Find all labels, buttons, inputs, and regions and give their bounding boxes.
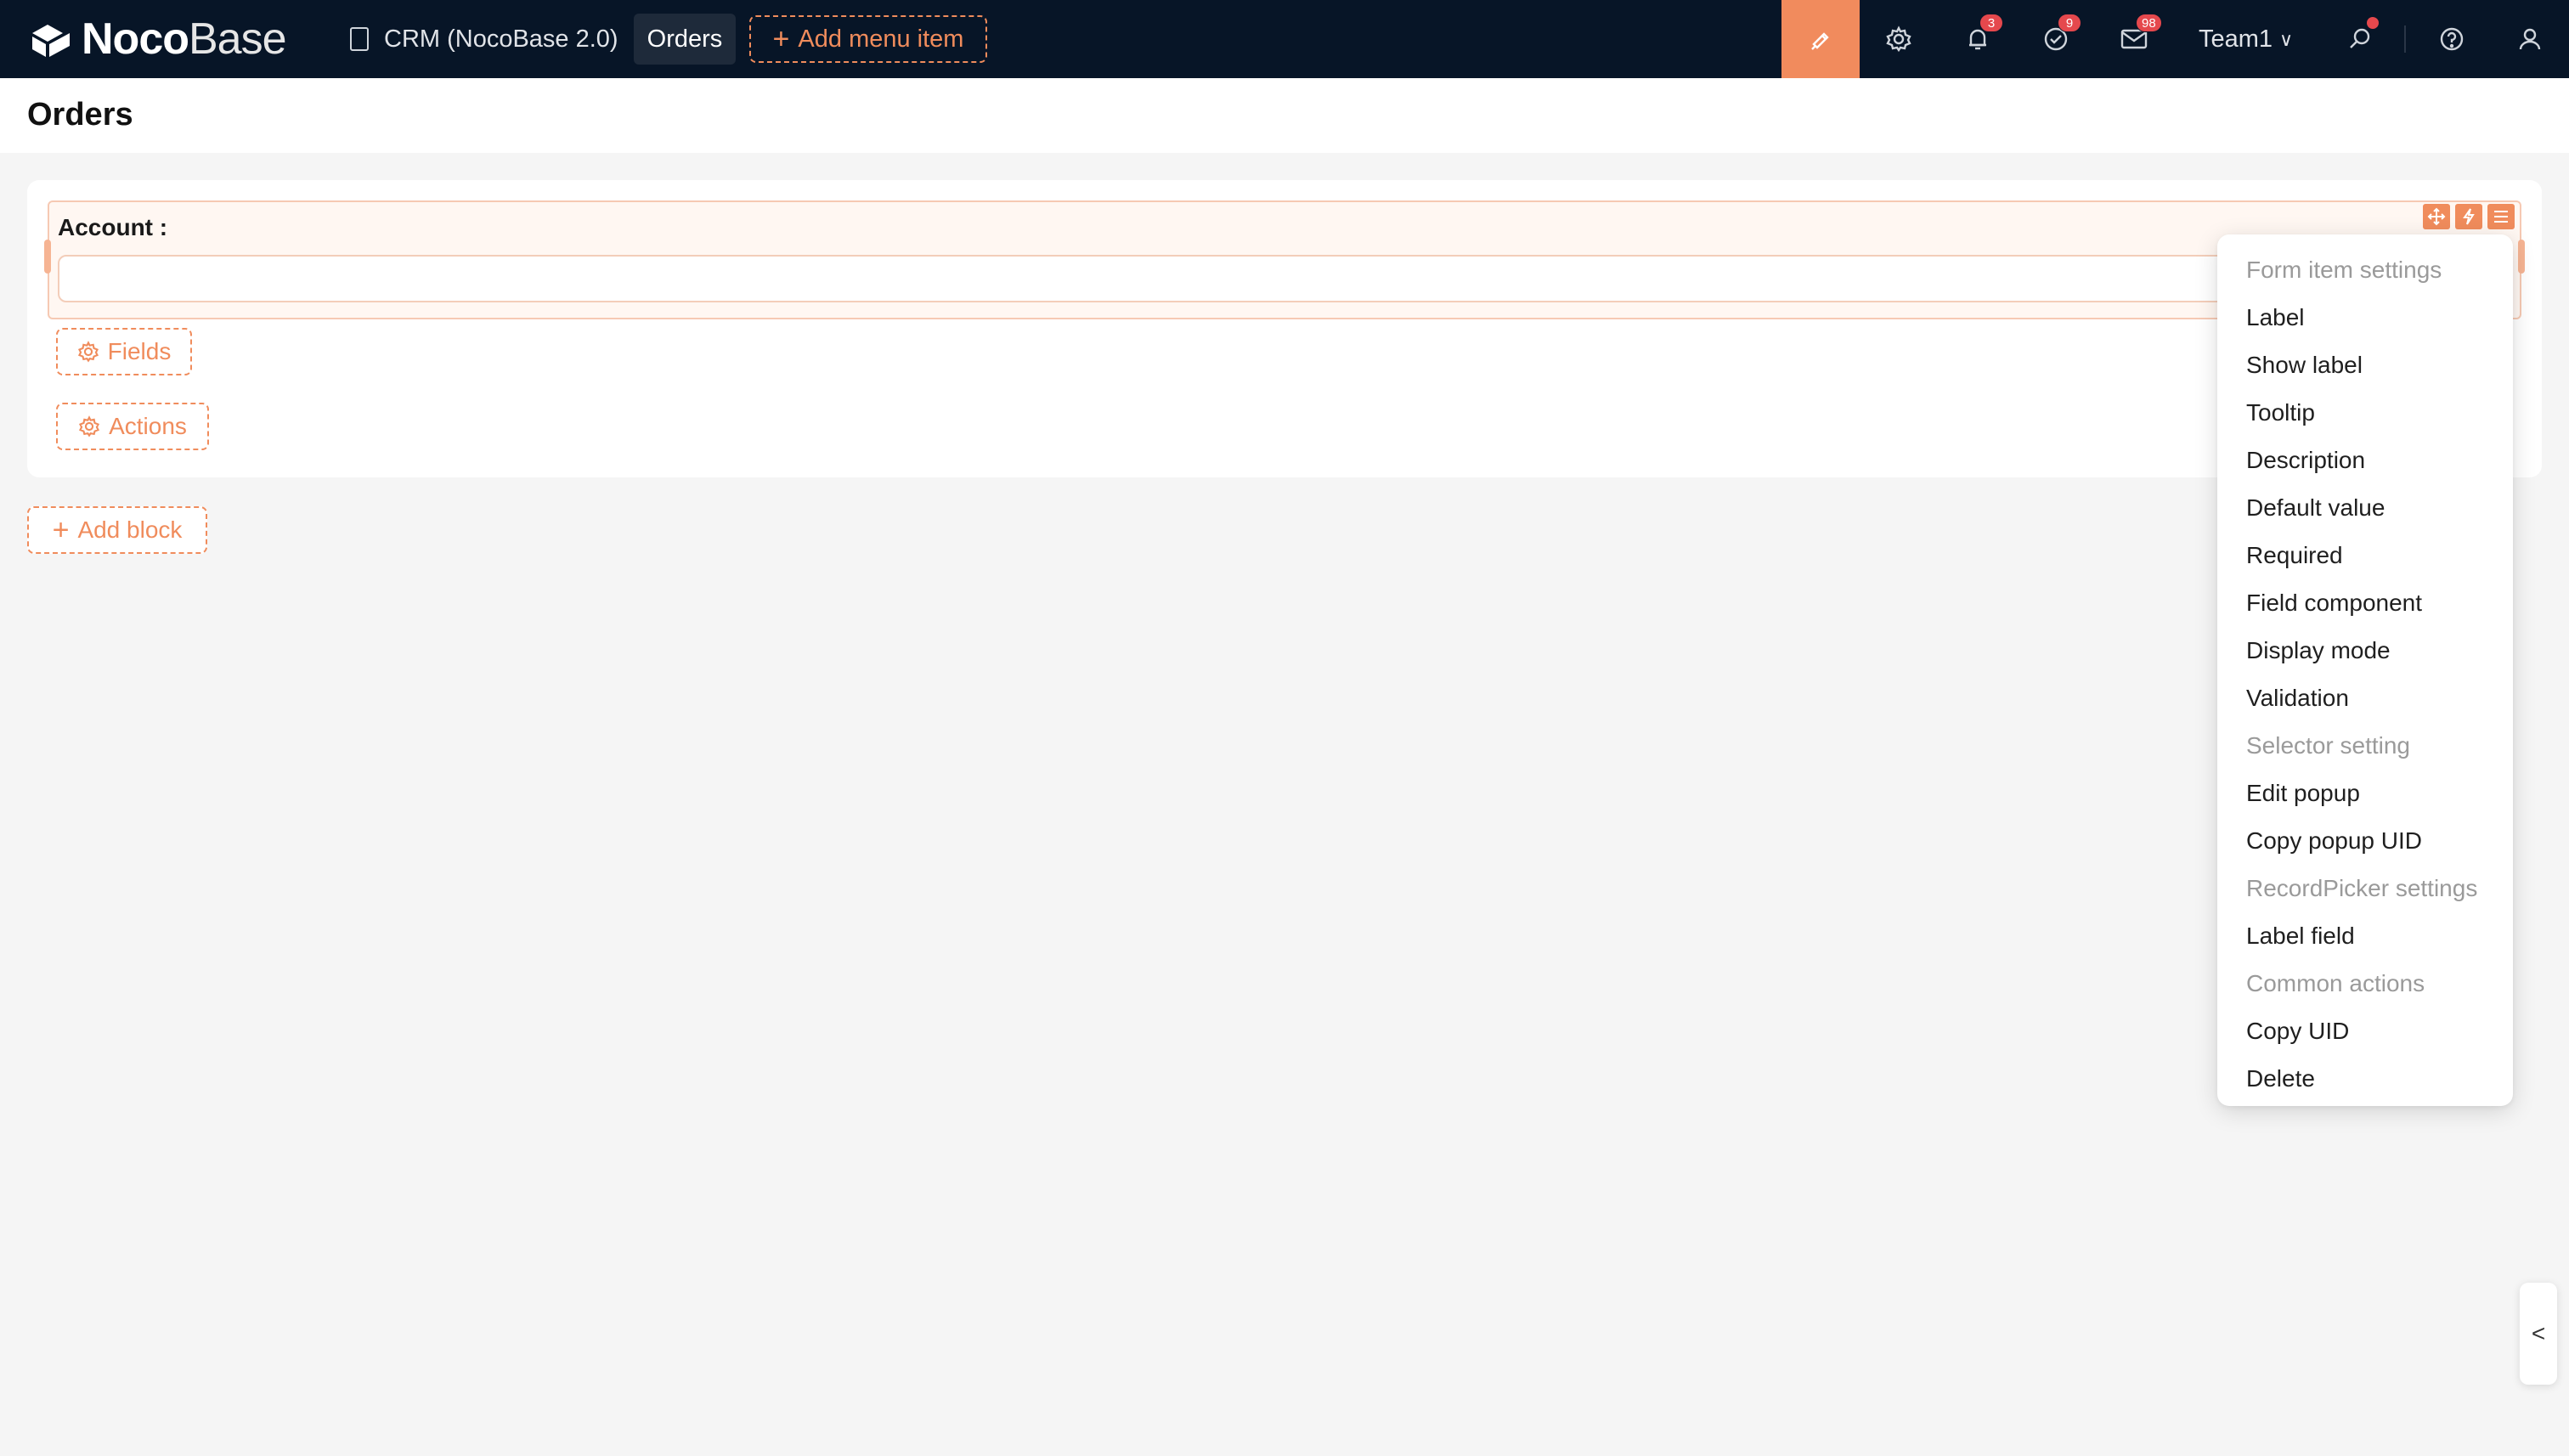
ui-editor-toggle-button[interactable] — [1781, 0, 1860, 78]
resize-handle-right[interactable] — [2518, 240, 2525, 274]
logo-text-light: Base — [189, 14, 287, 64]
gear-icon — [79, 415, 100, 437]
form-block: Account : Fields Actions — [27, 180, 2542, 477]
document-icon — [350, 27, 369, 51]
menu-group-recordpicker-settings: RecordPicker settings — [2246, 875, 2478, 901]
form-item-account[interactable]: Account : — [44, 200, 2525, 319]
menu-group-selector-setting: Selector setting — [2246, 732, 2410, 759]
account-field-label: Account : — [58, 214, 168, 240]
gear-icon — [77, 341, 99, 363]
logo-cube-icon — [32, 25, 70, 57]
mail-badge: 98 — [2136, 14, 2162, 32]
menu-item-copy-popup-uid[interactable]: Copy popup UID — [2217, 817, 2513, 865]
configure-fields-button[interactable]: Fields — [56, 328, 192, 375]
notifications-button[interactable]: 3 — [1959, 14, 2003, 58]
search-icon — [2350, 28, 2370, 48]
tasks-button[interactable]: 9 — [2037, 14, 2081, 58]
nav-orders-label: Orders — [646, 25, 723, 53]
chevron-down-icon: ∨ — [2279, 28, 2294, 50]
plus-icon: + — [52, 514, 70, 546]
settings-button[interactable] — [1880, 20, 1917, 58]
nocobase-logo[interactable]: NocoBase — [25, 14, 287, 64]
search-indicator-dot — [2367, 17, 2379, 29]
menu-item-show-label[interactable]: Show label — [2217, 341, 2513, 389]
drag-button[interactable] — [2423, 204, 2450, 229]
configure-actions-button[interactable]: Actions — [56, 403, 209, 450]
side-panel-toggle[interactable]: < — [2520, 1283, 2557, 1385]
toolbar-divider — [2404, 25, 2406, 53]
highlighter-icon — [1811, 32, 1829, 50]
plus-icon: + — [772, 23, 790, 55]
nav-crm-label: CRM (NocoBase 2.0) — [384, 25, 618, 53]
page-title: Orders — [27, 97, 133, 133]
menu-item-copy-uid[interactable]: Copy UID — [2217, 1007, 2513, 1055]
menu-item-tooltip[interactable]: Tooltip — [2217, 389, 2513, 437]
team-switcher[interactable]: Team1 ∨ — [2199, 25, 2293, 54]
logo-text-bold: Noco — [82, 14, 189, 64]
menu-item-required[interactable]: Required — [2217, 532, 2513, 579]
menu-item-description[interactable]: Description — [2217, 437, 2513, 484]
resize-handle-left[interactable] — [44, 240, 51, 274]
page-header: Orders — [0, 78, 2569, 153]
nav-item-crm[interactable]: CRM (NocoBase 2.0) — [350, 14, 618, 65]
add-menu-item-button[interactable]: + Add menu item — [749, 15, 987, 63]
tasks-badge: 9 — [2058, 14, 2081, 32]
event-flow-button[interactable] — [2455, 204, 2482, 229]
add-block-button[interactable]: + Add block — [27, 506, 207, 554]
menu-item-default-value[interactable]: Default value — [2217, 484, 2513, 532]
menu-group-common-actions: Common actions — [2246, 970, 2425, 996]
help-button[interactable] — [2433, 20, 2470, 58]
notifications-badge: 3 — [1979, 14, 2003, 32]
search-button[interactable] — [2341, 17, 2379, 58]
actions-button-label: Actions — [109, 413, 187, 439]
menu-item-validation[interactable]: Validation — [2217, 674, 2513, 722]
add-block-label: Add block — [77, 516, 183, 543]
form-item-settings-menu: Form item settings Label Show label Tool… — [2217, 234, 2513, 1106]
team-label: Team1 — [2199, 25, 2273, 53]
form-item-toolbar — [2423, 204, 2515, 229]
menu-item-display-mode[interactable]: Display mode — [2217, 627, 2513, 674]
chevron-left-icon: < — [2531, 1320, 2546, 1346]
account-input[interactable] — [58, 255, 2267, 302]
help-icon — [2440, 27, 2464, 51]
fields-button-label: Fields — [107, 338, 172, 364]
user-menu-button[interactable] — [2511, 20, 2549, 58]
menu-item-label-field[interactable]: Label field — [2217, 912, 2513, 960]
item-settings-button[interactable] — [2487, 204, 2515, 229]
drag-move-icon — [2427, 207, 2446, 226]
menu-group-form-item-settings: Form item settings — [2246, 257, 2442, 283]
top-navigation-bar: NocoBase CRM (NocoBase 2.0) Orders + Add… — [0, 0, 2569, 78]
menu-item-edit-popup[interactable]: Edit popup — [2217, 770, 2513, 817]
menu-item-field-component[interactable]: Field component — [2217, 579, 2513, 627]
lightning-icon — [2463, 208, 2475, 225]
add-menu-item-label: Add menu item — [798, 25, 964, 53]
menu-lines-icon — [2494, 211, 2508, 223]
gear-icon — [1886, 25, 1911, 53]
inbox-button[interactable]: 98 — [2115, 14, 2162, 58]
menu-item-label[interactable]: Label — [2217, 294, 2513, 341]
user-icon — [2519, 28, 2541, 50]
menu-item-delete[interactable]: Delete — [2217, 1055, 2513, 1103]
nav-item-orders[interactable]: Orders — [634, 14, 736, 65]
